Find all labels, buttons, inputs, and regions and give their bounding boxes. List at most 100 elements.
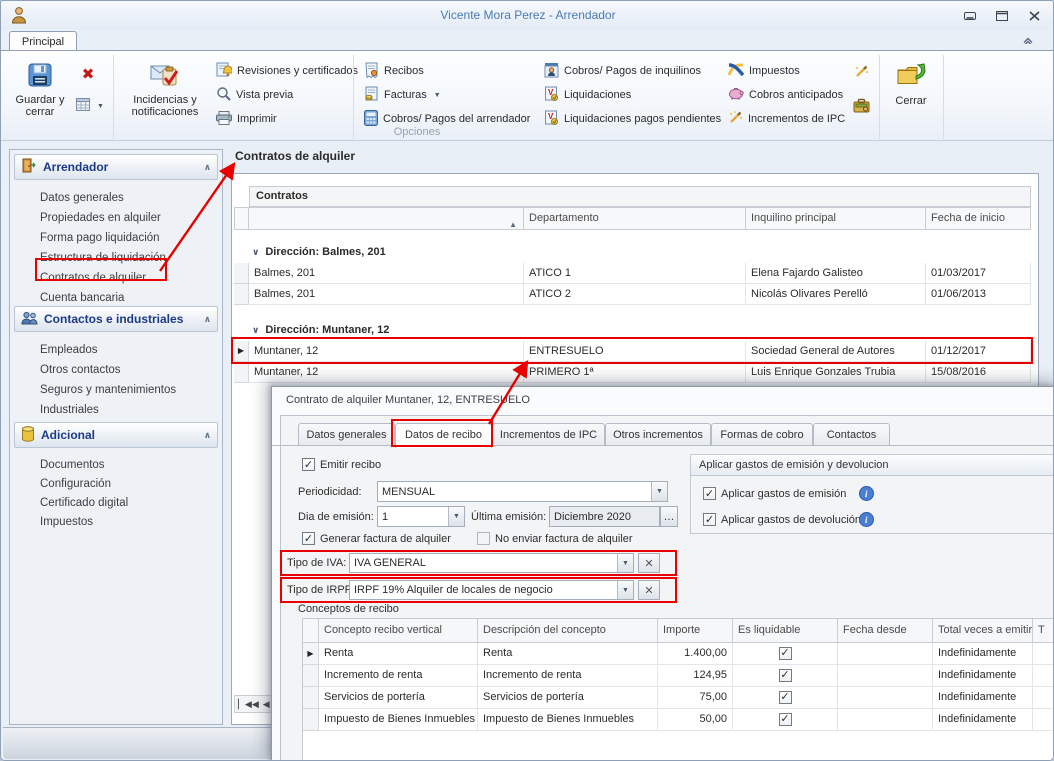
group-row-balmes[interactable]: ∨Dirección: Balmes, 201 — [252, 242, 386, 263]
toolbox-button[interactable] — [847, 96, 875, 118]
cobros-inquilinos-button[interactable]: Cobros/ Pagos de inquilinos — [539, 60, 706, 82]
cell-liquidable[interactable]: ✓ — [733, 709, 838, 731]
liquidable-checkbox[interactable]: ✓ — [779, 691, 792, 704]
sidebar-item-empleados[interactable]: Empleados — [40, 340, 216, 360]
dropdown-arrow-icon[interactable]: ▼ — [617, 554, 633, 572]
liquidable-checkbox[interactable]: ✓ — [779, 647, 792, 660]
gastos-devolucion-checkbox[interactable]: ✓ — [703, 513, 716, 526]
column-header-descripcion[interactable]: Descripción del concepto — [478, 619, 658, 643]
tab-otros-incrementos[interactable]: Otros incrementos — [605, 423, 711, 446]
liquidable-checkbox[interactable]: ✓ — [779, 713, 792, 726]
row-selector-cell[interactable] — [303, 687, 319, 709]
row-selector-cell[interactable]: ▶ — [234, 341, 249, 362]
cobros-anticipados-button[interactable]: Cobros anticipados — [723, 84, 848, 106]
conceptos-row[interactable]: Impuesto de Bienes Inmuebles Impuesto de… — [303, 709, 1054, 731]
sidebar-item-configuracion[interactable]: Configuración — [40, 474, 216, 494]
tipo-iva-combo[interactable]: IVA GENERAL ▼ — [349, 553, 634, 573]
close-window-button[interactable] — [1025, 9, 1043, 23]
sidebar-item-datos-generales[interactable]: Datos generales — [40, 188, 216, 208]
row-selector-cell[interactable] — [303, 665, 319, 687]
dia-emision-combo[interactable]: 1 ▼ — [377, 506, 465, 527]
column-header-total-veces[interactable]: Total veces a emitir — [933, 619, 1033, 643]
tab-principal[interactable]: Principal — [9, 31, 77, 52]
sidebar-item-seguros[interactable]: Seguros y mantenimientos — [40, 380, 216, 400]
minimize-button[interactable] — [961, 9, 979, 23]
facturas-button[interactable]: Facturas ▼ — [359, 84, 446, 106]
column-header-cut[interactable]: T — [1033, 619, 1054, 643]
tab-datos-de-recibo[interactable]: Datos de recibo — [395, 423, 492, 448]
cell-liquidable[interactable]: ✓ — [733, 643, 838, 665]
sidebar-item-documentos[interactable]: Documentos — [40, 455, 216, 475]
periodicidad-combo[interactable]: MENSUAL ▼ — [377, 481, 668, 502]
delete-button[interactable]: ✖ — [73, 60, 103, 88]
row-selector-cell[interactable] — [234, 362, 249, 383]
first-record-icon[interactable]: ▏◀◀ — [238, 699, 259, 710]
row-selector-cell[interactable] — [234, 284, 249, 305]
cell-liquidable[interactable]: ✓ — [733, 665, 838, 687]
info-icon[interactable]: i — [859, 512, 874, 527]
sidebar-group-contactos[interactable]: Contactos e industriales ∧ — [14, 306, 218, 332]
column-header-fecha-desde[interactable]: Fecha desde — [838, 619, 933, 643]
vista-previa-button[interactable]: Vista previa — [211, 84, 298, 106]
row-selector-cell[interactable] — [234, 263, 249, 284]
incrementos-ipc-button[interactable]: Incrementos de IPC — [723, 108, 850, 130]
emitir-recibo-checkbox[interactable]: ✓ — [302, 458, 315, 471]
dropdown-arrow-icon[interactable]: ▼ — [617, 581, 633, 599]
tab-formas-de-cobro[interactable]: Formas de cobro — [711, 423, 813, 446]
gastos-emision-checkbox[interactable]: ✓ — [703, 487, 716, 500]
sidebar-item-forma-pago[interactable]: Forma pago liquidación — [40, 228, 216, 248]
cell-liquidable[interactable]: ✓ — [733, 687, 838, 709]
group-row-muntaner[interactable]: ∨Dirección: Muntaner, 12 — [252, 320, 389, 341]
row-selector-cell[interactable] — [303, 709, 319, 731]
collapse-ribbon-icon[interactable] — [1013, 31, 1043, 49]
conceptos-row[interactable]: ▶ Renta Renta 1.400,00 ✓ Indefinidamente — [303, 643, 1054, 665]
info-icon[interactable]: i — [859, 486, 874, 501]
ultima-emision-browse-button[interactable]: … — [660, 506, 678, 527]
tab-incrementos-ipc[interactable]: Incrementos de IPC — [492, 423, 605, 446]
sidebar-item-certificado[interactable]: Certificado digital — [40, 493, 216, 513]
conceptos-row[interactable]: Incremento de renta Incremento de renta … — [303, 665, 1054, 687]
revisiones-button[interactable]: Revisiones y certificados — [211, 60, 363, 82]
tab-contactos[interactable]: Contactos — [813, 423, 890, 446]
dropdown-arrow-icon[interactable]: ▼ — [448, 507, 464, 526]
table-row[interactable]: Balmes, 201 ATICO 2 Nicolás Olivares Per… — [234, 284, 1032, 305]
sidebar-group-adicional[interactable]: Adicional ∧ — [14, 422, 218, 448]
sidebar-item-otros-contactos[interactable]: Otros contactos — [40, 360, 216, 380]
sidebar-item-propiedades[interactable]: Propiedades en alquiler — [40, 208, 216, 228]
generar-factura-checkbox[interactable]: ✓ — [302, 532, 315, 545]
liquidable-checkbox[interactable]: ✓ — [779, 669, 792, 682]
tab-datos-generales[interactable]: Datos generales — [298, 423, 395, 446]
table-row-selected[interactable]: ▶ Muntaner, 12 ENTRESUELO Sociedad Gener… — [234, 341, 1032, 362]
liquidaciones-button[interactable]: V Liquidaciones — [539, 84, 636, 106]
table-row[interactable]: Muntaner, 12 PRIMERO 1ª Luis Enrique Gon… — [234, 362, 1032, 383]
tipo-irpf-combo[interactable]: IRPF 19% Alquiler de locales de negocio … — [349, 580, 634, 600]
conceptos-row[interactable]: Servicios de portería Servicios de porte… — [303, 687, 1054, 709]
column-header-departamento[interactable]: Departamento — [524, 207, 746, 230]
column-header-inquilino[interactable]: Inquilino principal — [746, 207, 926, 230]
sidebar-group-arrendador[interactable]: Arrendador ∧ — [14, 154, 218, 180]
no-enviar-factura-checkbox[interactable] — [477, 532, 490, 545]
tipo-irpf-clear-button[interactable]: ✕ — [638, 580, 660, 600]
cerrar-button[interactable]: Cerrar — [885, 57, 937, 123]
save-close-button[interactable]: Guardar y cerrar — [11, 57, 69, 123]
column-header-fecha[interactable]: Fecha de inicio — [926, 207, 1031, 230]
grid-options-button[interactable]: ▼ — [73, 94, 107, 118]
dropdown-arrow-icon[interactable]: ▼ — [651, 482, 667, 501]
column-header-liquidable[interactable]: Es liquidable — [733, 619, 838, 643]
sidebar-item-industriales[interactable]: Industriales — [40, 400, 216, 420]
sidebar-item-impuestos[interactable]: Impuestos — [40, 512, 216, 532]
maximize-button[interactable] — [993, 9, 1011, 23]
sidebar-item-contratos-alquiler[interactable]: Contratos de alquiler — [40, 268, 216, 288]
incidencias-button[interactable]: Incidencias y notificaciones — [119, 57, 211, 123]
column-header-direccion[interactable]: ▲ — [249, 207, 524, 230]
tipo-iva-clear-button[interactable]: ✕ — [638, 553, 660, 573]
column-header-concepto[interactable]: Concepto recibo vertical — [319, 619, 478, 643]
column-header-importe[interactable]: Importe — [658, 619, 733, 643]
sidebar-item-estructura[interactable]: Estructura de liquidación — [40, 248, 216, 268]
table-row[interactable]: Balmes, 201 ATICO 1 Elena Fajardo Galist… — [234, 263, 1032, 284]
sidebar-item-cuenta-bancaria[interactable]: Cuenta bancaria — [40, 288, 216, 308]
wand-tool-button[interactable] — [847, 62, 875, 84]
recibos-button[interactable]: Recibos — [359, 60, 429, 82]
previous-record-icon[interactable]: ◀ — [263, 699, 270, 710]
impuestos-button[interactable]: Impuestos — [723, 60, 805, 82]
